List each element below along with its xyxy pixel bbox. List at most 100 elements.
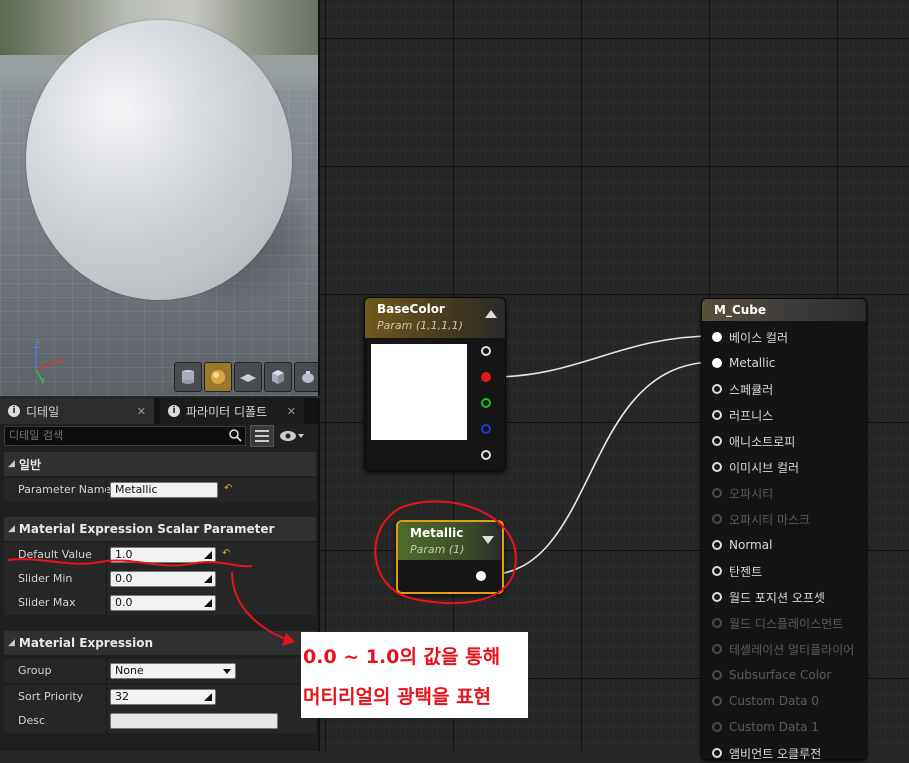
view-options-button[interactable] [278,426,306,446]
material-input-row: Subsurface Color [712,665,831,685]
prop-slider-min: Slider Min 0.0 [4,567,316,591]
metallic-parameter-node[interactable]: Metallic Param (1) [396,520,504,594]
output-pin[interactable] [476,571,486,581]
reset-to-default-icon[interactable]: ↶ [224,484,234,494]
spin-arrow-icon[interactable] [204,574,212,583]
section-scalar-parameter[interactable]: ◢ Material Expression Scalar Parameter [4,517,316,541]
reset-to-default-icon[interactable]: ↶ [222,549,232,559]
basecolor-parameter-node[interactable]: BaseColor Param (1,1,1,1) [364,297,506,471]
input-pin[interactable] [712,462,722,472]
default-value-text: 1.0 [115,548,133,561]
input-label: 월드 디스플레이스먼트 [729,616,844,631]
desc-field[interactable] [110,713,278,729]
divider [106,478,107,502]
prop-label: Sort Priority [18,690,84,703]
collapse-icon[interactable] [485,310,497,318]
node-subtitle: Param (1,1,1,1) [377,319,463,332]
output-pin-b[interactable] [481,424,491,434]
prop-label: Parameter Name [18,483,112,496]
material-input-row[interactable]: Normal [712,535,772,555]
input-label: 테셀레이션 멀티플라이어 [729,642,855,657]
preview-viewport[interactable]: Z X Y [0,0,320,396]
slider-max-field[interactable]: 0.0 [110,595,216,611]
axis-gizmo-icon: Z X Y [34,341,64,385]
section-scalar-label: Material Expression Scalar Parameter [18,522,275,536]
input-pin [712,644,722,654]
spin-arrow-icon[interactable] [204,692,212,701]
plane-preview-button[interactable] [234,362,262,392]
default-value-field[interactable]: 1.0 [110,547,216,563]
cylinder-preview-button[interactable] [174,362,202,392]
collapse-arrow-icon: ◢ [8,524,15,534]
input-label: 베이스 컬러 [729,330,789,345]
node-header: BaseColor Param (1,1,1,1) [365,298,505,338]
output-pin-a[interactable] [481,450,491,460]
group-dropdown[interactable]: None [110,663,236,679]
property-matrix-button[interactable] [250,425,274,447]
input-pin [712,514,722,524]
sphere-preview-button[interactable] [204,362,232,392]
material-result-node[interactable]: M_Cube 베이스 컬러 Metallic 스페큘러러프니스애니소트로피이미시브 … [701,298,867,763]
tab-parameter-defaults-label: 파라미터 디폴트 [186,404,268,419]
details-search-input[interactable] [5,427,223,443]
material-input-row[interactable]: 앰비언트 오클루전 [712,743,821,763]
custom-mesh-preview-button[interactable] [294,362,318,392]
prop-label: Slider Max [18,596,76,609]
input-pin[interactable] [712,540,722,550]
input-label: 오파시티 [729,486,774,501]
slider-min-field[interactable]: 0.0 [110,571,216,587]
node-header: M_Cube [702,299,866,321]
divider [106,591,107,615]
close-icon[interactable]: ✕ [287,405,296,418]
collapse-icon[interactable] [482,536,494,544]
material-input-row[interactable]: Metallic [712,353,775,373]
tab-parameter-defaults[interactable]: i 파라미터 디폴트 ✕ [160,398,304,424]
input-pin[interactable] [712,410,722,420]
material-input-row[interactable]: 러프니스 [712,405,773,425]
cube-icon [272,370,284,384]
input-pin[interactable] [712,566,722,576]
info-icon: i [168,405,180,417]
material-input-row[interactable]: 월드 포지션 오프셋 [712,587,825,607]
input-pin[interactable] [712,332,722,342]
output-pin-r[interactable] [481,372,491,382]
material-input-row[interactable]: 이미시브 컬러 [712,457,799,477]
input-label: 러프니스 [729,408,774,423]
input-label: Normal [729,538,773,552]
section-material-expression[interactable]: ◢ Material Expression [4,631,316,655]
input-pin [712,488,722,498]
search-icon[interactable] [228,428,242,442]
input-pin[interactable] [712,384,722,394]
output-pin-g[interactable] [481,398,491,408]
parameter-name-field[interactable]: Metallic [110,482,218,498]
output-pin-rgb[interactable] [481,346,491,356]
sort-priority-field[interactable]: 32 [110,689,216,705]
input-label: Subsurface Color [729,668,832,682]
input-pin[interactable] [712,592,722,602]
material-input-row[interactable]: 스페큘러 [712,379,773,399]
slider-max-text: 0.0 [115,596,133,609]
input-label: 애니소트로피 [729,434,796,449]
spin-arrow-icon[interactable] [204,550,212,559]
material-input-row[interactable]: 애니소트로피 [712,431,795,451]
prop-parameter-name: Parameter Name Metallic ↶ [4,478,316,502]
input-pin[interactable] [712,436,722,446]
svg-text:Z: Z [34,341,40,351]
collapse-arrow-icon: ◢ [8,638,15,648]
input-pin [712,722,722,732]
material-input-row[interactable]: 탄젠트 [712,561,762,581]
close-icon[interactable]: ✕ [137,405,146,418]
section-general-label: 일반 [18,457,42,472]
input-pin[interactable] [712,358,722,368]
input-pin[interactable] [712,748,722,758]
collapse-arrow-icon: ◢ [8,459,15,469]
cube-preview-button[interactable] [264,362,292,392]
material-input-row[interactable]: 베이스 컬러 [712,327,788,347]
section-general[interactable]: ◢ 일반 [4,452,316,476]
spin-arrow-icon[interactable] [204,598,212,607]
color-swatch [371,344,467,440]
divider [106,567,107,591]
tab-details[interactable]: i 디테일 ✕ [0,398,154,424]
input-pin [712,670,722,680]
prop-slider-max: Slider Max 0.0 [4,591,316,615]
